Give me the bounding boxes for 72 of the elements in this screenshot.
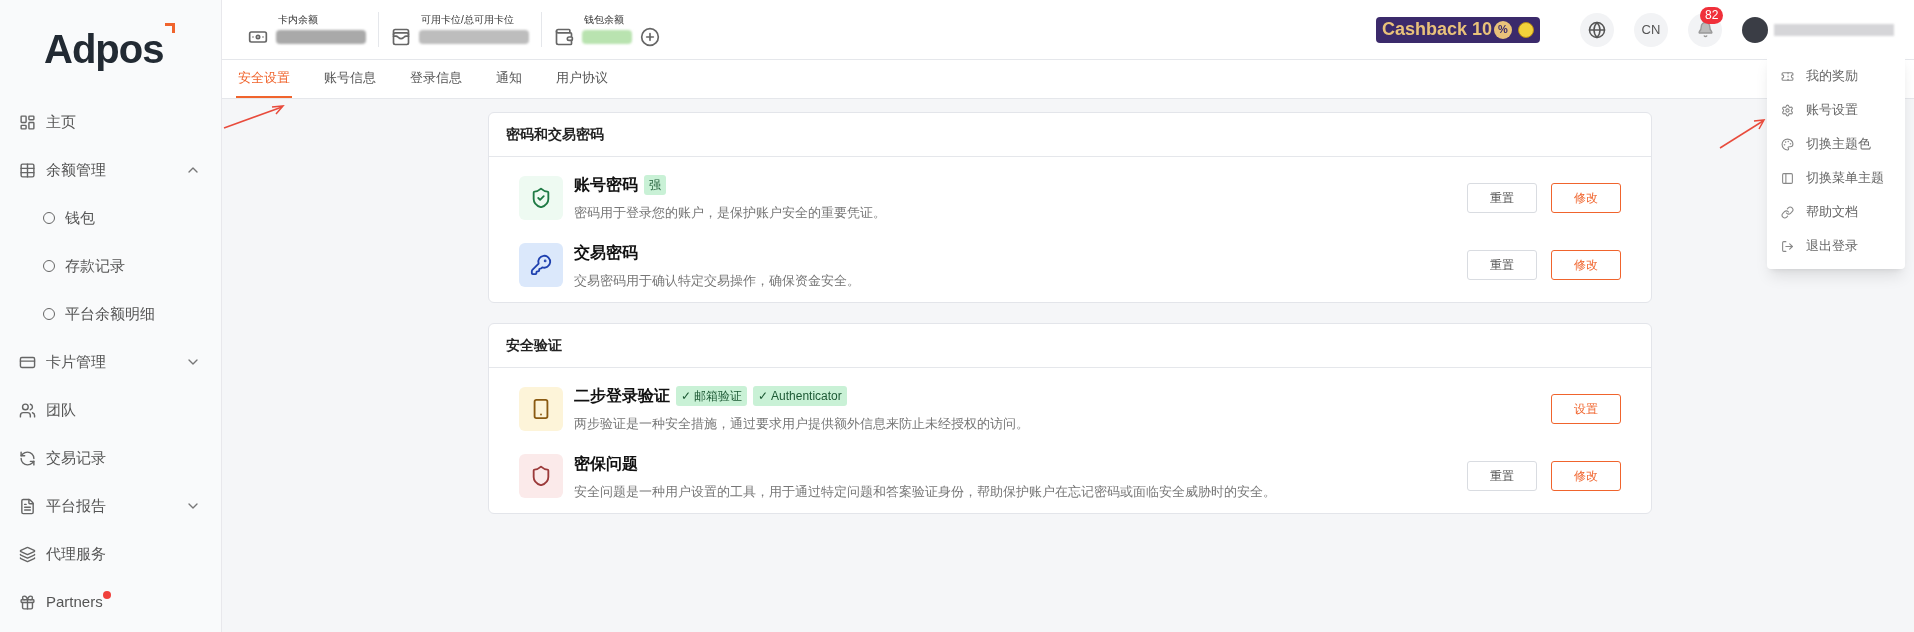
wallet-icon [554,27,574,47]
sidebar-subitem[interactable]: 存款记录 [0,242,221,290]
status-tag: ✓ Authenticator [753,386,847,406]
tab[interactable]: 账号信息 [322,59,378,98]
team-icon [19,401,36,419]
gift-icon [19,593,36,611]
item-title: 二步登录验证 [574,386,670,406]
item-title: 账号密码 [574,175,638,195]
status-tag: 强 [644,175,666,195]
shield-icon [530,465,552,488]
reset-button[interactable]: 重置 [1467,182,1537,213]
balance-label: 可用卡位/总可用卡位 [420,13,515,27]
report-icon [19,497,36,515]
sidebar-item[interactable]: 交易记录 [0,434,221,482]
sidebar-icon [1781,171,1794,185]
annotation-arrow [1718,118,1766,150]
menu-item[interactable]: 切换菜单主题 [1767,161,1905,195]
exchange-icon [19,449,36,467]
settings-icon [1781,103,1794,117]
item-description: 两步验证是一种安全措施，通过要求用户提供额外信息来防止未经授权的访问。 [574,415,1029,433]
sidebar-item[interactable]: 余额管理 [0,146,221,194]
cards-icon [391,27,411,47]
sidebar-subitem[interactable]: 平台余额明细 [0,290,221,338]
sidebar-item[interactable]: 主页 [0,98,221,146]
card-title: 密码和交易密码 [506,125,604,144]
sidebar-subitem[interactable]: 钱包 [0,194,221,242]
reset-button[interactable]: 重置 [1467,250,1537,281]
item-description: 交易密码用于确认特定交易操作，确保资金安全。 [574,271,860,290]
table-icon [19,161,36,179]
menu-item[interactable]: 退出登录 [1767,229,1905,263]
shield-icon [530,186,552,209]
sidebar-item[interactable]: Partners [0,578,221,626]
percent-badge: % [1494,20,1512,39]
sidebar-item[interactable]: 团队 [0,386,221,434]
globe-button[interactable] [1580,12,1614,47]
menu-item[interactable]: 切换主题色 [1767,127,1905,161]
tab[interactable]: 用户协议 [554,59,610,98]
layers-icon [19,545,36,563]
balance-label: 钱包余额 [583,13,625,27]
sidebar-item[interactable]: 代理服务 [0,530,221,578]
sidebar-item[interactable]: 卡片管理 [0,338,221,386]
status-tag: ✓ 邮箱验证 [676,386,748,406]
globe-icon [1588,20,1606,39]
notification-count: 82 [1700,6,1724,24]
logout-icon [1781,239,1794,253]
menu-item[interactable]: 我的奖励 [1767,59,1905,93]
palette-icon [1781,137,1794,151]
item-description: 安全问题是一种用户设置的工具，用于通过特定问题和答案验证身份，帮助保护账户在忘记密码或面临安全威胁时的安全。 [574,482,1276,501]
tab[interactable]: 通知 [494,59,524,98]
tab[interactable]: 登录信息 [408,59,464,98]
menu-item[interactable]: 账号设置 [1767,93,1905,127]
annotation-arrow [222,104,286,130]
sidebar-item[interactable]: 平台报告 [0,482,221,530]
link-icon [1781,205,1794,219]
add-icon[interactable] [640,27,660,47]
item-title: 交易密码 [574,242,638,263]
dashboard-icon [19,113,36,131]
bell-icon [1696,21,1714,38]
redacted-value [582,30,632,44]
item-description: 密码用于登录您的账户，是保护账户安全的重要凭证。 [574,204,886,222]
item-title: 密保问题 [574,453,638,474]
card-title: 安全验证 [506,336,562,355]
reset-button[interactable]: 重置 [1467,461,1537,492]
balance-label: 卡内余额 [277,13,319,27]
cashback-banner[interactable]: Cashback 10 % [1375,16,1540,43]
ticket-icon [1781,69,1794,83]
menu-item[interactable]: 帮助文档 [1767,195,1905,229]
coin-icon [1518,21,1534,38]
avatar[interactable] [1742,16,1768,43]
key-icon [530,254,552,277]
logo: Adpos [44,19,176,79]
language-button[interactable]: CN [1634,12,1668,47]
